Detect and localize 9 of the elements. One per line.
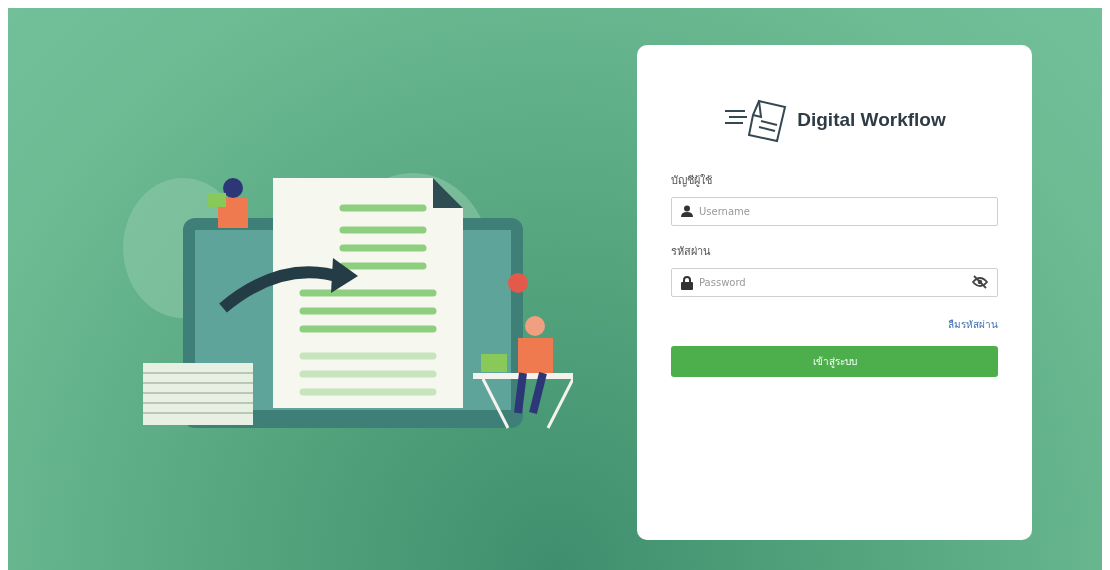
field-label: รหัสผ่าน [671, 244, 712, 260]
brand-name: Digital Workflow [797, 109, 946, 131]
forgot-password-link[interactable]: ลืมรหัสผ่าน [948, 317, 998, 332]
field-label: บัญชีผู้ใช้ [671, 173, 713, 189]
username-field[interactable]: Username [671, 197, 998, 226]
user-icon [681, 205, 693, 217]
password-field[interactable]: Password [671, 268, 998, 297]
lock-icon [681, 276, 693, 290]
hide-password-icon[interactable] [972, 275, 988, 289]
